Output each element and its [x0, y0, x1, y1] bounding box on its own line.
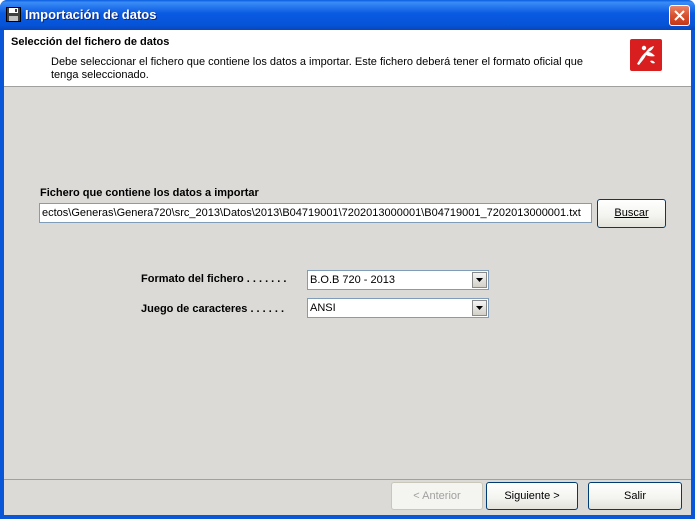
- footer-divider: [4, 479, 691, 480]
- back-button[interactable]: < Anterior: [391, 482, 483, 510]
- charset-label: Juego de caracteres . . . . . .: [141, 303, 285, 315]
- title-bar[interactable]: Importación de datos: [0, 0, 695, 30]
- format-label: Formato del fichero . . . . . . .: [141, 273, 287, 285]
- import-dialog: Importación de datos Selección del fiche…: [0, 0, 695, 519]
- file-label: Fichero que contiene los datos a importa…: [40, 187, 259, 199]
- charset-select[interactable]: ANSI: [307, 298, 489, 318]
- agencia-tributaria-logo-icon: [630, 39, 662, 71]
- close-icon: [674, 10, 685, 21]
- dialog-body: Selección del fichero de datos Debe sele…: [4, 30, 691, 515]
- chevron-down-icon: [476, 278, 483, 282]
- exit-button[interactable]: Salir: [588, 482, 682, 510]
- close-button[interactable]: [669, 5, 690, 26]
- step-title: Selección del fichero de datos: [11, 36, 170, 48]
- wizard-header: Selección del fichero de datos Debe sele…: [4, 30, 691, 87]
- format-dropdown-button[interactable]: [472, 272, 487, 288]
- step-description: Debe seleccionar el fichero que contiene…: [51, 56, 583, 81]
- window-title: Importación de datos: [25, 7, 157, 22]
- chevron-down-icon: [476, 306, 483, 310]
- charset-select-value: ANSI: [310, 302, 336, 314]
- next-button[interactable]: Siguiente >: [486, 482, 578, 510]
- browse-button[interactable]: Buscar: [597, 199, 666, 228]
- floppy-disk-icon: [6, 7, 21, 22]
- charset-dropdown-button[interactable]: [472, 300, 487, 316]
- format-select[interactable]: B.O.B 720 - 2013: [307, 270, 489, 290]
- format-select-value: B.O.B 720 - 2013: [310, 274, 395, 286]
- file-path-field[interactable]: ectos\Generas\Genera720\src_2013\Datos\2…: [39, 203, 592, 223]
